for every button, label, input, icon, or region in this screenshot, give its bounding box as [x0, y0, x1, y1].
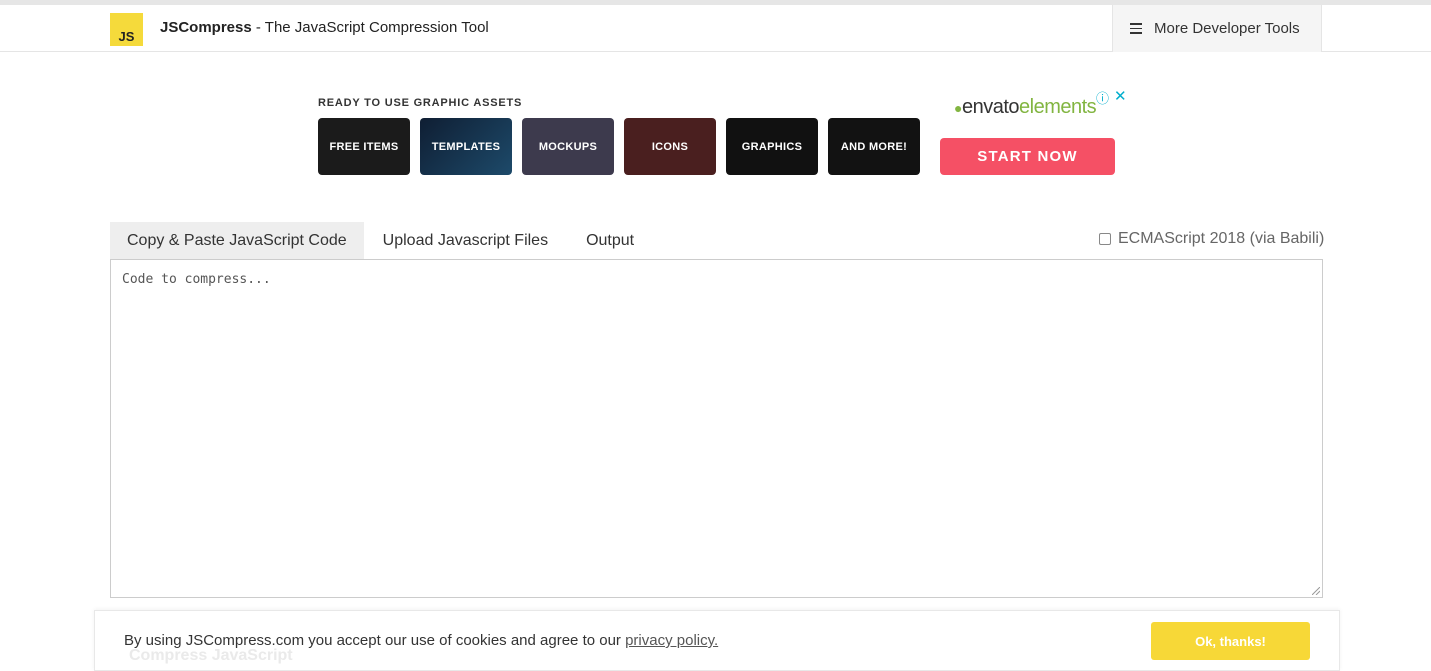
ad-tile-free-items[interactable]: FREE ITEMS [318, 118, 410, 175]
site-title: JSCompress - The JavaScript Compression … [160, 19, 489, 36]
elements-word: elements [1019, 96, 1097, 118]
compress-javascript-button-behind: Compress JavaScript [129, 647, 293, 664]
ad-tile-templates[interactable]: TEMPLATES [420, 118, 512, 175]
brand-name[interactable]: JSCompress [160, 19, 252, 36]
ecmascript-option[interactable]: ECMAScript 2018 (via Babili) [1099, 230, 1324, 248]
hamburger-menu-icon [1130, 20, 1142, 37]
ad-tile-mockups[interactable]: MOCKUPS [522, 118, 614, 175]
js-logo-icon[interactable]: JS [110, 13, 143, 46]
resize-handle-icon[interactable] [1312, 587, 1320, 595]
ad-tile-label: ICONS [651, 140, 689, 153]
ad-close-icon[interactable]: ✕ [1114, 87, 1127, 105]
code-placeholder: Code to compress... [122, 272, 271, 287]
logo-text: JS [118, 29, 135, 44]
ad-heading: READY TO USE GRAPHIC ASSETS [318, 97, 523, 109]
cookie-message-text: By using JSCompress.com you accept our u… [124, 632, 626, 649]
ecmascript-checkbox[interactable] [1099, 233, 1111, 245]
ad-tile-icons[interactable]: ICONS [624, 118, 716, 175]
ad-tile-and-more[interactable]: AND MORE! [828, 118, 920, 175]
input-tabs: Copy & Paste JavaScript Code Upload Java… [110, 222, 653, 259]
code-input-textarea[interactable]: Code to compress... [110, 259, 1323, 598]
tab-output[interactable]: Output [567, 222, 653, 259]
ad-start-now-button[interactable]: START NOW [940, 138, 1115, 175]
more-developer-tools-button[interactable]: More Developer Tools [1112, 5, 1322, 52]
envato-elements-logo[interactable]: ●envatoelements [954, 96, 1097, 119]
ad-tile-label: AND MORE! [840, 140, 908, 153]
cookie-accept-button[interactable]: Ok, thanks! [1151, 622, 1310, 660]
tab-upload-files[interactable]: Upload Javascript Files [364, 222, 567, 259]
ecmascript-label: ECMAScript 2018 (via Babili) [1118, 230, 1325, 247]
site-header: JS JSCompress - The JavaScript Compressi… [0, 5, 1431, 52]
ad-tile-graphics[interactable]: GRAPHICS [726, 118, 818, 175]
ad-tile-label: MOCKUPS [538, 140, 598, 153]
envato-word: envato [961, 96, 1020, 118]
cookie-consent-bar: Compress JavaScript By using JSCompress.… [94, 610, 1340, 671]
brand-tagline: - The JavaScript Compression Tool [251, 19, 489, 36]
tab-copy-paste[interactable]: Copy & Paste JavaScript Code [110, 222, 364, 259]
ad-info-icon[interactable]: ⓘ [1096, 88, 1109, 107]
ad-tile-label: FREE ITEMS [329, 140, 399, 153]
more-tools-label: More Developer Tools [1154, 20, 1300, 37]
cookie-message: By using JSCompress.com you accept our u… [124, 632, 718, 649]
ad-tile-label: GRAPHICS [741, 140, 803, 153]
envato-leaf-icon: ● [954, 100, 962, 116]
advertisement-banner[interactable]: READY TO USE GRAPHIC ASSETS FREE ITEMS T… [318, 87, 1128, 185]
privacy-policy-link[interactable]: privacy policy. [625, 632, 718, 649]
ad-tile-label: TEMPLATES [431, 140, 501, 153]
